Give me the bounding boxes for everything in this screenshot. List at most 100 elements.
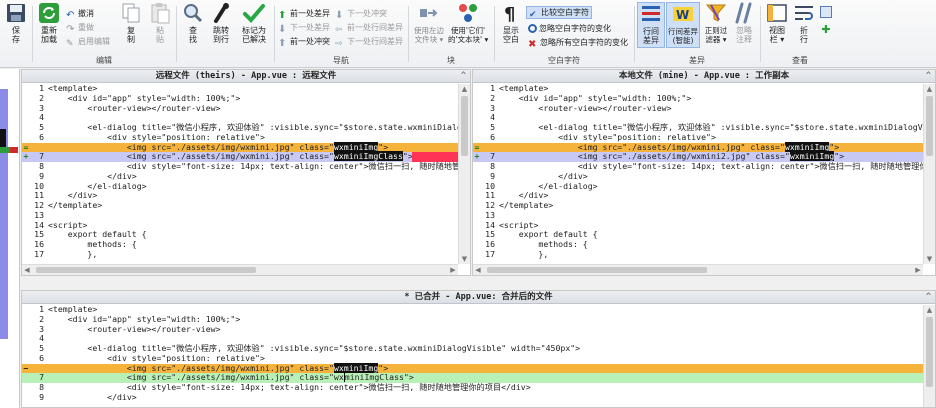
redo-label: 重做 <box>78 23 94 32</box>
theirs-pane[interactable]: 远程文件 (theirs) - App.vue : 远程文件 ^ 1 <templ… <box>21 69 471 276</box>
mine-pane-title: 本地文件 (mine) - App.vue : 工作副本 ^ <box>473 70 935 83</box>
regex-filter-button[interactable]: 正则过 滤器 ▾ <box>702 2 730 48</box>
line-text: methods: { <box>48 239 137 249</box>
line-text: </el-dialog> <box>48 180 147 191</box>
next-conflict-button[interactable]: ⬇ 下一处冲突 <box>335 7 387 21</box>
prev-diff-button[interactable]: ⬆ 前一处差异 <box>278 7 330 21</box>
layout-icon[interactable] <box>820 6 832 18</box>
code-line: 17 }, <box>22 248 458 260</box>
scroll-right-icon[interactable]: ▶ <box>913 265 923 275</box>
ignore-all-whitespace-option[interactable]: ✖ 忽略所有空白字符的变化 <box>528 36 628 50</box>
use-left-block-button[interactable]: 使用左边 文件块 ▾ <box>412 2 446 48</box>
up-arrow-icon: ⬆ <box>278 38 287 49</box>
horizontal-scrollbar[interactable]: ◀ ▶ <box>473 264 923 275</box>
view-bar-label: 视图 栏 ▾ <box>769 26 785 44</box>
line-text: </div> <box>499 190 549 201</box>
chevron-up-icon[interactable]: ^ <box>926 70 931 83</box>
scroll-up-icon[interactable]: ▲ <box>459 84 470 94</box>
show-whitespace-button[interactable]: ¶ 显示 空白 <box>498 2 524 48</box>
code-line: 12 </template> <box>22 200 458 211</box>
compare-whitespace-option[interactable]: ✔ 比较空白字符 <box>526 6 592 20</box>
ignore-whitespace-changes-option[interactable]: 忽略空白字符的变化 <box>528 22 611 35</box>
prev-line-diff-button[interactable]: ⇦ 前一处行间差异 <box>335 21 403 35</box>
locator-bar[interactable] <box>0 69 20 408</box>
scroll-up-icon[interactable]: ▲ <box>924 305 935 315</box>
enable-edit-button[interactable]: ✎ 启用编辑 <box>66 35 110 49</box>
inline-diff-smart-button[interactable]: W 行间差异 (智能) <box>666 2 700 48</box>
down-arrow-icon: ⬇ <box>278 24 287 35</box>
mine-code-view[interactable]: 1 <template> 2 <div id="app" style="width… <box>473 84 923 264</box>
scroll-down-icon[interactable]: ▼ <box>459 254 470 264</box>
filter-icon <box>705 4 727 22</box>
redo-button[interactable]: ↷ 重做 <box>66 21 94 35</box>
inline-diff-button[interactable]: 行间 差异 <box>637 2 665 48</box>
scroll-down-icon[interactable]: ▼ <box>924 254 935 264</box>
scrollbar-thumb[interactable] <box>461 96 468 156</box>
chevron-up-icon[interactable]: ^ <box>926 291 931 304</box>
locator-marker-removed <box>10 147 18 153</box>
group-separator <box>634 6 635 62</box>
line-text: <router-view></router-view> <box>48 323 221 334</box>
horizontal-scrollbar[interactable]: ◀ ▶ <box>22 264 458 275</box>
merged-title-text: * 已合并 - App.vue: 合并后的文件 <box>404 292 553 302</box>
ignore-all-whitespace-label: 忽略所有空白字符的变化 <box>540 38 628 47</box>
line-text: "> <box>378 141 389 152</box>
prev-conflict-button[interactable]: ⬆ 前一处冲突 <box>278 35 330 49</box>
check-icon: ✔ <box>529 10 537 20</box>
ignore-comments-button[interactable]: 忽略 注释 <box>731 2 757 48</box>
prev-line-diff-label: 前一处行间差异 <box>347 23 403 32</box>
goto-icon <box>214 3 229 23</box>
mark-resolved-button[interactable]: 标记为 已解决 <box>238 2 270 48</box>
line-text: <img src="./assets/img/wxmini2.jpg" clas… <box>499 151 790 162</box>
save-label: 保 存 <box>12 26 20 44</box>
next-line-diff-button[interactable]: ⇨ 下一处行间差异 <box>335 35 403 49</box>
undo-button[interactable]: ↶ 撤消 <box>66 7 94 21</box>
group-separator <box>760 6 761 62</box>
line-text: "> <box>834 151 845 162</box>
line-text: </div> <box>48 190 98 201</box>
merged-pane[interactable]: * 已合并 - App.vue: 合并后的文件 ^ 1 <template> 2 … <box>21 290 936 408</box>
next-diff-label: 下一处差异 <box>290 23 330 32</box>
code-line: 3 <router-view></router-view> <box>22 323 923 335</box>
code-line: 9 </div> <box>22 392 923 403</box>
vertical-scrollbar[interactable]: ▲ ▼ <box>923 84 935 264</box>
goto-line-button[interactable]: 跳转 到行 <box>208 2 234 48</box>
theirs-code-view[interactable]: 1 <template> 2 <div id="app" style="width… <box>22 84 458 264</box>
line-text: }, <box>48 248 98 259</box>
scroll-right-icon[interactable]: ▶ <box>448 265 458 275</box>
copy-button[interactable]: 复 制 <box>118 2 144 48</box>
vertical-scrollbar[interactable]: ▲ ▼ <box>458 84 470 264</box>
goto-line-label: 跳转 到行 <box>213 26 229 44</box>
view-bar-button[interactable]: 视图 栏 ▾ <box>764 2 790 48</box>
scrollbar-thumb[interactable] <box>926 317 933 387</box>
scrollbar-thumb[interactable] <box>926 96 933 156</box>
scroll-left-icon[interactable]: ◀ <box>22 265 32 275</box>
reload-icon <box>39 3 59 23</box>
next-diff-button[interactable]: ⬇ 下一处差异 <box>278 21 330 35</box>
paste-icon <box>151 3 170 24</box>
vertical-scrollbar[interactable]: ▲ <box>923 305 935 407</box>
scrollbar-thumb[interactable] <box>487 267 707 273</box>
line-text: <img src="./assets/img/wxmini.jpg" class… <box>499 141 785 152</box>
scrollbar-thumb[interactable] <box>36 267 256 273</box>
scroll-up-icon[interactable]: ▲ <box>924 84 935 94</box>
whitespace-group-label: 空白字符 <box>548 56 580 65</box>
paste-label: 粘 贴 <box>156 26 164 44</box>
mine-pane[interactable]: 本地文件 (mine) - App.vue : 工作副本 ^ 1 <templat… <box>472 69 936 276</box>
merged-code-view[interactable]: 1 <template> 2 <div id="app" style="width… <box>22 305 923 407</box>
locator-marker <box>0 89 8 339</box>
scroll-left-icon[interactable]: ◀ <box>473 265 483 275</box>
expand-icon[interactable]: ✚ <box>820 24 832 36</box>
reload-button[interactable]: 重新 加载 <box>35 2 63 48</box>
find-button[interactable]: 查 找 <box>180 2 206 48</box>
up-arrow-icon: ⬆ <box>278 10 287 21</box>
highlighted-text: wxminiImgClass <box>333 151 403 162</box>
save-button[interactable]: 保 存 <box>3 2 29 48</box>
use-theirs-block-button[interactable]: 使用'它们' 的'文本块' ▾ <box>448 2 488 48</box>
undo-icon: ↶ <box>66 10 75 21</box>
highlighted-text: wxminiImg <box>333 141 379 152</box>
paste-button[interactable]: 粘 贴 <box>147 2 173 48</box>
chevron-up-icon[interactable]: ^ <box>461 70 466 83</box>
line-text: <router-view></router-view> <box>499 102 672 113</box>
fold-button[interactable]: 折 行 <box>793 2 815 48</box>
